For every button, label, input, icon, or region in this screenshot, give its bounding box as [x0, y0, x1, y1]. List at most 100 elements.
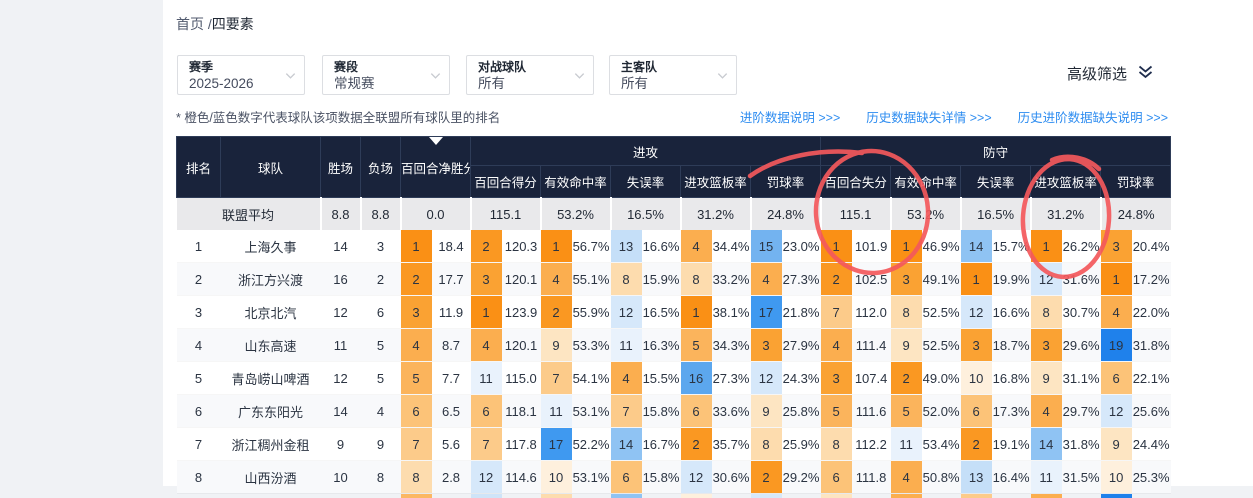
- team-losses: 5: [361, 329, 401, 362]
- stat-value: 30.7%: [1062, 296, 1101, 329]
- avg-stat-0: 0.0: [401, 198, 471, 231]
- breadcrumb-current: 四要素: [212, 16, 254, 32]
- stat-value: 55.1%: [572, 263, 611, 296]
- stat-value: 56.7%: [572, 230, 611, 263]
- stat-value: 120.1: [502, 329, 541, 362]
- team-row: 4山东高速11548.74120.1953.3%1116.3%534.3%327…: [177, 329, 1171, 362]
- chevron-down-icon: [573, 69, 586, 87]
- rank-badge: 4: [1101, 296, 1132, 329]
- filter-season[interactable]: 赛季 2025-2026: [177, 55, 305, 95]
- rank-badge: 1: [401, 230, 432, 263]
- group-offense: 进攻: [471, 137, 821, 166]
- rank-badge: 14: [961, 230, 992, 263]
- sub-col-def-1[interactable]: 有效命中率: [891, 166, 961, 198]
- stat-value: 27.3%: [712, 362, 751, 395]
- team-name[interactable]: 山西汾酒: [221, 461, 321, 494]
- rank-badge: 12: [1101, 395, 1132, 428]
- rank-badge: 2: [751, 461, 782, 494]
- stat-value: 120.1: [502, 263, 541, 296]
- stat-value: 38.1%: [712, 296, 751, 329]
- team-name[interactable]: 浙江方兴渡: [221, 263, 321, 296]
- sub-col-def-2[interactable]: 失误率: [961, 166, 1031, 198]
- chevron-down-icon: [716, 69, 729, 87]
- rank-badge: 4: [1031, 395, 1062, 428]
- sub-col-off-2[interactable]: 失误率: [611, 166, 681, 198]
- sub-col-def-0[interactable]: 百回合失分: [821, 166, 891, 198]
- stat-value: 33.6%: [712, 395, 751, 428]
- rank-badge: 2: [961, 428, 992, 461]
- rank-badge: 2: [891, 362, 922, 395]
- stat-value: 52.2%: [572, 428, 611, 461]
- rank-badge: 4: [681, 230, 712, 263]
- rank-badge: 17: [751, 296, 782, 329]
- breadcrumb-home[interactable]: 首页: [176, 16, 204, 32]
- advanced-filter-button[interactable]: 高级筛选: [1067, 63, 1154, 84]
- col-losses[interactable]: 负场: [361, 137, 401, 198]
- rank-badge: 13: [611, 230, 642, 263]
- rank-badge: 5: [821, 395, 852, 428]
- stat-value: 31.8%: [1132, 329, 1171, 362]
- team-name[interactable]: 北京北汽: [221, 296, 321, 329]
- filter-home-away[interactable]: 主客队 所有: [609, 55, 737, 95]
- team-losses: 3: [361, 230, 401, 263]
- rank-badge: 2: [401, 263, 432, 296]
- sort-caret-icon[interactable]: [429, 137, 443, 145]
- team-row: 6广东东阳光14466.56118.11153.1%715.8%633.6%92…: [177, 395, 1171, 428]
- team-row: 7浙江稠州金租9975.67117.81752.2%1416.7%235.7%8…: [177, 428, 1171, 461]
- team-name[interactable]: 浙江稠州金租: [221, 428, 321, 461]
- team-name[interactable]: 山东高速: [221, 329, 321, 362]
- stat-value: 50.8%: [922, 461, 961, 494]
- link-history-missing-detail[interactable]: 历史数据缺失详情 >>>: [866, 107, 991, 126]
- link-history-advanced-missing[interactable]: 历史进阶数据缺失说明 >>>: [1018, 107, 1168, 126]
- team-name[interactable]: 上海久事: [221, 230, 321, 263]
- col-net-rating[interactable]: 百回合净胜分: [401, 137, 471, 198]
- team-name[interactable]: 广东东阳光: [221, 395, 321, 428]
- stat-value: 15.8%: [642, 461, 681, 494]
- stat-value: 30.6%: [712, 461, 751, 494]
- avg-stat-8: 16.5%: [961, 198, 1031, 231]
- rank-badge: 6: [401, 395, 432, 428]
- league-average-row: 联盟平均8.88.80.0115.153.2%16.5%31.2%24.8%11…: [177, 198, 1171, 231]
- col-wins[interactable]: 胜场: [321, 137, 361, 198]
- rank-badge: 9: [541, 329, 572, 362]
- link-advanced-data-help[interactable]: 进阶数据说明 >>>: [740, 107, 840, 126]
- rank-badge: 13: [961, 461, 992, 494]
- stat-value: 23.0%: [782, 230, 821, 263]
- rank-badge: 11: [471, 362, 502, 395]
- filter-opponent[interactable]: 对战球队 所有: [466, 55, 594, 95]
- team-name[interactable]: 青岛崂山啤酒: [221, 362, 321, 395]
- stat-value: 53.1%: [572, 395, 611, 428]
- sub-col-off-4[interactable]: 罚球率: [751, 166, 821, 198]
- rank-badge: 4: [821, 329, 852, 362]
- sub-col-def-3[interactable]: 进攻篮板率: [1031, 166, 1101, 198]
- avg-stat-4: 31.2%: [681, 198, 751, 231]
- sub-col-off-1[interactable]: 有效命中率: [541, 166, 611, 198]
- stat-value: 111.4: [852, 329, 891, 362]
- team-rank: 6: [177, 395, 221, 428]
- rank-badge: 3: [751, 329, 782, 362]
- rank-badge: 4: [401, 329, 432, 362]
- stat-value: 6.5: [432, 395, 471, 428]
- rank-badge: 11: [611, 329, 642, 362]
- stat-value: 33.2%: [712, 263, 751, 296]
- col-rank[interactable]: 排名: [177, 137, 221, 198]
- filter-stage[interactable]: 赛段 常规赛: [322, 55, 450, 95]
- filter-opponent-value: 所有: [478, 75, 571, 92]
- rank-badge: 16: [681, 362, 712, 395]
- rank-badge: 9: [1031, 362, 1062, 395]
- col-team[interactable]: 球队: [221, 137, 321, 198]
- rank-badge: 6: [611, 461, 642, 494]
- sub-col-off-3[interactable]: 进攻篮板率: [681, 166, 751, 198]
- stat-value: 2.8: [432, 461, 471, 494]
- stat-value: 7.7: [432, 362, 471, 395]
- avg-losses: 8.8: [361, 198, 401, 231]
- sub-col-def-4[interactable]: 罚球率: [1101, 166, 1171, 198]
- rank-badge: 12: [1031, 263, 1062, 296]
- stat-value: 55.9%: [572, 296, 611, 329]
- rank-badge: 7: [471, 428, 502, 461]
- team-row: 2浙江方兴渡162217.73120.1455.1%815.9%833.2%42…: [177, 263, 1171, 296]
- sub-col-off-0[interactable]: 百回合得分: [471, 166, 541, 198]
- chevron-down-icon: [429, 69, 442, 87]
- stat-value: 52.5%: [922, 296, 961, 329]
- team-losses: 4: [361, 395, 401, 428]
